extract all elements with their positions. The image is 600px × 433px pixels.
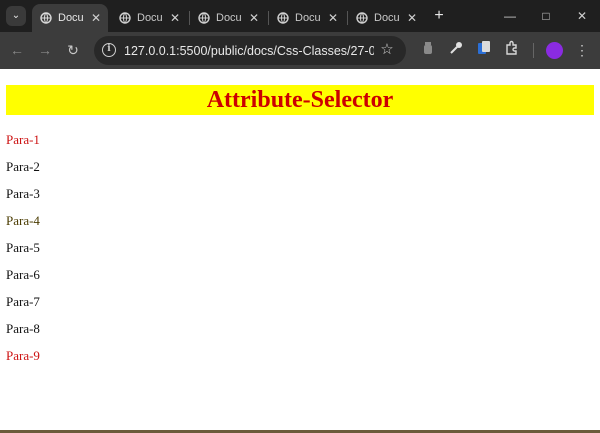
- globe-icon: [119, 12, 131, 24]
- tab-1[interactable]: Docu ✕: [32, 4, 108, 32]
- tab-title: Docu: [374, 12, 400, 24]
- tab-title: Docu: [295, 12, 321, 24]
- profile-avatar[interactable]: [546, 42, 563, 59]
- bookmark-star-icon[interactable]: ☆: [378, 41, 396, 59]
- copy-glyph: [478, 41, 490, 54]
- globe-icon: [198, 12, 210, 24]
- paragraph-5: Para-5: [6, 240, 40, 255]
- paragraph-3: Para-3: [6, 186, 40, 201]
- minimize-icon[interactable]: —: [492, 0, 528, 32]
- new-tab-plus-icon[interactable]: +: [430, 6, 448, 26]
- globe-icon: [40, 12, 52, 24]
- close-tab-icon[interactable]: ✕: [406, 11, 418, 25]
- reload-icon[interactable]: ↻: [63, 40, 83, 60]
- extension-icon[interactable]: [418, 40, 438, 60]
- tab-title: Docu: [216, 12, 242, 24]
- paragraph-6: Para-6: [6, 267, 40, 282]
- extensions-puzzle-icon[interactable]: [502, 40, 522, 60]
- tab-4[interactable]: Docu ✕: [269, 4, 345, 32]
- paragraph-8: Para-8: [6, 321, 40, 336]
- toolbar-divider: [533, 43, 534, 58]
- tab-3[interactable]: Docu ✕: [190, 4, 266, 32]
- paragraph-7: Para-7: [6, 294, 40, 309]
- puzzle-glyph: [506, 40, 517, 55]
- site-info-icon[interactable]: i: [102, 43, 116, 57]
- page-heading: Attribute-Selector: [6, 85, 594, 115]
- page-viewport: Attribute-Selector Para-1 Para-2 Para-3 …: [0, 69, 600, 430]
- paragraph-1: Para-1: [6, 132, 40, 147]
- menu-kebab-icon[interactable]: ⋮: [572, 40, 592, 60]
- tab-strip: ⌄ Docu ✕ Docu ✕ Docu ✕ Docu ✕ Docu ✕ + —…: [0, 0, 600, 32]
- tab-search-chevron-down-icon[interactable]: ⌄: [6, 6, 26, 26]
- back-arrow-icon[interactable]: ←: [7, 40, 27, 60]
- browser-toolbar: ← → ↻ i 127.0.0.1:5500/public/docs/Css-C…: [0, 32, 600, 69]
- address-bar[interactable]: i 127.0.0.1:5500/public/docs/Css-Classes…: [94, 36, 406, 65]
- eyedropper-icon[interactable]: [446, 40, 466, 60]
- eyedropper-glyph: [450, 42, 462, 54]
- close-tab-icon[interactable]: ✕: [90, 11, 102, 25]
- copy-page-icon[interactable]: [474, 40, 494, 60]
- tab-title: Docu: [137, 12, 163, 24]
- close-tab-icon[interactable]: ✕: [327, 11, 339, 25]
- browser-window: ⌄ Docu ✕ Docu ✕ Docu ✕ Docu ✕ Docu ✕ + —…: [0, 0, 600, 430]
- bottle-icon: [424, 42, 432, 54]
- tab-5[interactable]: Docu ✕: [348, 4, 424, 32]
- close-window-icon[interactable]: ✕: [564, 0, 600, 32]
- globe-icon: [356, 12, 368, 24]
- tab-title: Docu: [58, 12, 84, 24]
- forward-arrow-icon[interactable]: →: [35, 40, 55, 60]
- paragraph-4: Para-4: [6, 213, 40, 228]
- close-tab-icon[interactable]: ✕: [169, 11, 181, 25]
- tab-2[interactable]: Docu ✕: [111, 4, 187, 32]
- url-text[interactable]: 127.0.0.1:5500/public/docs/Css-Classes/2…: [124, 43, 374, 59]
- close-tab-icon[interactable]: ✕: [248, 11, 260, 25]
- maximize-icon[interactable]: □: [528, 0, 564, 32]
- paragraph-2: Para-2: [6, 159, 40, 174]
- paragraph-9: Para-9: [6, 348, 40, 363]
- globe-icon: [277, 12, 289, 24]
